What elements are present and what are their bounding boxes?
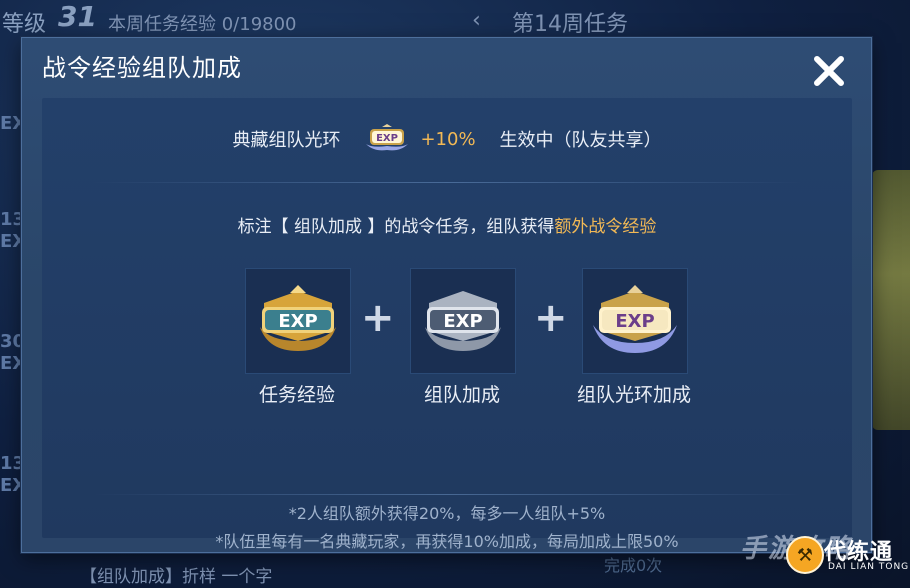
- background-header: 等级 31 本周任务经验 0/19800 ‹ 第14周任务: [0, 0, 910, 40]
- exp-card-team: EXP: [410, 268, 516, 374]
- exp-card-aura: EXP: [582, 268, 688, 374]
- divider: [92, 494, 802, 495]
- exp-silver-badge-icon: EXP: [425, 291, 501, 351]
- footnotes: *2人组队额外获得20%，每多一人组队+5% *队伍里每有一名典藏玩家，再获得1…: [42, 500, 852, 556]
- dialog-content: 典藏组队光环 EXP +10% 生效中（队友共享） 标注【 组队加成 】的战令任…: [42, 98, 852, 551]
- left-list-item: EX: [0, 231, 27, 252]
- background-task-text: 【组队加成】折样 一个字: [80, 567, 273, 587]
- level-label: 等级: [2, 12, 47, 37]
- exp-card-task-label: 任务经验: [258, 384, 335, 406]
- left-list-item: EX: [0, 475, 27, 496]
- left-list-item: 13: [0, 453, 26, 474]
- footnote-line: *队伍里每有一名典藏玩家，再获得10%加成，每局加成上限50%: [215, 532, 679, 551]
- plus-icon: +: [534, 295, 568, 341]
- exp-gold-badge-icon: EXP: [260, 285, 336, 351]
- left-list-item: EX: [0, 113, 27, 134]
- watermark-brand-sub: DAI LIAN TONG: [828, 562, 910, 572]
- footnote-line: *2人组队额外获得20%，每多一人组队+5%: [288, 504, 606, 523]
- divider: [92, 182, 802, 183]
- aura-status-row: 典藏组队光环 EXP +10% 生效中（队友共享）: [42, 122, 852, 156]
- dialog-title: 战令经验组队加成: [42, 54, 242, 82]
- left-list-item: 13: [0, 209, 26, 230]
- svg-text:EXP: EXP: [443, 311, 482, 332]
- team-bonus-dialog: 战令经验组队加成 典藏组队光环 EXP +10% 生效中（队友共享） 标注【 组…: [21, 37, 872, 553]
- weekly-exp-text: 本周任务经验 0/19800: [108, 14, 297, 35]
- background-left-list: EX 13 EX 30 EX 13 EX: [0, 100, 27, 520]
- left-list-item: EX: [0, 353, 27, 374]
- exp-formula: EXP 任务经验 + EXP 组队加成 + EXP 组队光环加成: [42, 268, 852, 408]
- close-icon: [814, 56, 844, 86]
- exp-card-aura-label: 组队光环加成: [576, 384, 691, 406]
- level-value: 31: [58, 0, 97, 33]
- aura-status-text: 生效中（队友共享）: [499, 130, 662, 151]
- aura-label: 典藏组队光环: [232, 130, 341, 151]
- exp-card-team-label: 组队加成: [423, 384, 500, 406]
- svg-text:EXP: EXP: [278, 311, 317, 332]
- plus-icon: +: [361, 295, 395, 341]
- exp-card-task: EXP: [245, 268, 351, 374]
- bonus-note-text: 标注【 组队加成 】的战令任务，组队获得: [237, 217, 555, 237]
- exp-aura-badge-icon: EXP: [366, 124, 409, 151]
- background-character: [872, 170, 910, 430]
- bonus-note-highlight: 额外战令经验: [554, 217, 657, 237]
- svg-text:EXP: EXP: [377, 133, 399, 144]
- svg-text:EXP: EXP: [615, 311, 654, 332]
- exp-aura-badge-icon: EXP: [593, 285, 677, 353]
- aura-bonus-value: +10%: [420, 128, 476, 150]
- left-list-item: 30: [0, 331, 26, 352]
- week-title: 第14周任务: [512, 12, 628, 37]
- chevron-left-icon[interactable]: ‹: [472, 8, 481, 33]
- close-button[interactable]: [806, 48, 852, 94]
- brand-logo-icon: ⚒: [786, 536, 824, 574]
- bonus-note: 标注【 组队加成 】的战令任务，组队获得额外战令经验: [42, 212, 852, 237]
